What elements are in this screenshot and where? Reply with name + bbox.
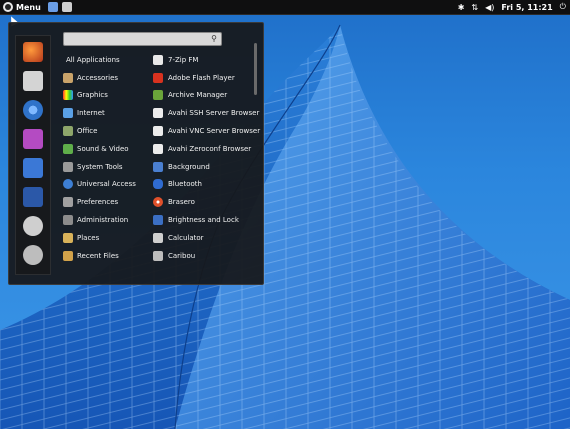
- office-icon: [63, 126, 73, 137]
- avahi-ssh-icon: [153, 108, 163, 119]
- category-internet[interactable]: Internet: [63, 104, 153, 122]
- graphics-icon: [63, 90, 73, 101]
- search-box[interactable]: ⚲: [63, 32, 222, 46]
- archive-icon: [153, 90, 163, 101]
- terminal-launcher-icon[interactable]: [61, 2, 72, 12]
- category-list: All Applications Accessories Graphics In…: [63, 51, 153, 265]
- top-panel: Menu ✱ ⇅ ◀) Fri 5, 11:21 ⏻: [0, 0, 570, 15]
- 7zip-icon: [153, 54, 163, 65]
- app-avahi-ssh[interactable]: Avahi SSH Server Browser: [153, 104, 259, 122]
- category-sound-video[interactable]: Sound & Video: [63, 140, 153, 158]
- places-icon: [63, 232, 73, 243]
- fav-logout-icon[interactable]: [23, 216, 43, 236]
- app-archive-manager[interactable]: Archive Manager: [153, 87, 259, 105]
- fav-terminal-icon[interactable]: [23, 187, 43, 207]
- background-icon: [153, 161, 163, 172]
- category-graphics[interactable]: Graphics: [63, 87, 153, 105]
- search-icon: ⚲: [211, 34, 217, 43]
- recent-files-icon: [63, 250, 73, 261]
- category-all-applications[interactable]: All Applications: [63, 51, 153, 69]
- system-tray: ✱ ⇅ ◀) Fri 5, 11:21 ⏻: [458, 0, 566, 14]
- search-input[interactable]: [64, 33, 210, 43]
- brightness-icon: [153, 215, 163, 226]
- fav-chromium-icon[interactable]: [23, 100, 43, 120]
- flash-icon: [153, 72, 163, 83]
- category-universal-access[interactable]: Universal Access: [63, 176, 153, 194]
- category-office[interactable]: Office: [63, 122, 153, 140]
- app-list-scrollbar[interactable]: [254, 43, 257, 95]
- files-launcher-icon[interactable]: [47, 2, 58, 12]
- app-calculator[interactable]: Calculator: [153, 229, 259, 247]
- category-recent-files[interactable]: Recent Files: [63, 247, 153, 265]
- app-brightness-lock[interactable]: Brightness and Lock: [153, 211, 259, 229]
- app-7zip[interactable]: 7-Zip FM: [153, 51, 259, 69]
- fav-settings-icon[interactable]: [23, 158, 43, 178]
- brasero-icon: [153, 197, 163, 208]
- category-accessories[interactable]: Accessories: [63, 69, 153, 87]
- app-avahi-vnc[interactable]: Avahi VNC Server Browser: [153, 122, 260, 140]
- category-system-tools[interactable]: System Tools: [63, 158, 153, 176]
- category-places[interactable]: Places: [63, 229, 153, 247]
- calculator-icon: [153, 232, 163, 243]
- fav-shutdown-icon[interactable]: [23, 245, 43, 265]
- app-adobe-flash-player[interactable]: Adobe Flash Player: [153, 69, 259, 87]
- internet-icon: [63, 108, 73, 119]
- application-menu: ⚲ All Applications Accessories Graphics …: [8, 22, 264, 285]
- fav-files-icon[interactable]: [23, 71, 43, 91]
- power-icon[interactable]: ⏻: [560, 2, 566, 12]
- fav-firefox-icon[interactable]: [23, 42, 43, 62]
- clock[interactable]: Fri 5, 11:21: [501, 3, 552, 12]
- menu-logo-icon: [3, 2, 13, 12]
- application-list: 7-Zip FM Adobe Flash Player Archive Mana…: [153, 51, 260, 265]
- avahi-vnc-icon: [153, 126, 163, 137]
- avahi-zeroconf-icon: [153, 143, 163, 154]
- sound-video-icon: [63, 143, 73, 154]
- favorites-bar: [15, 35, 51, 275]
- volume-icon[interactable]: ◀): [485, 3, 494, 12]
- bluetooth-icon[interactable]: ✱: [458, 3, 465, 12]
- administration-icon: [63, 215, 73, 226]
- app-brasero[interactable]: Brasero: [153, 193, 259, 211]
- menu-button-label: Menu: [16, 2, 41, 12]
- fav-media-icon[interactable]: [23, 129, 43, 149]
- accessories-icon: [63, 72, 73, 83]
- network-icon[interactable]: ⇅: [471, 3, 478, 12]
- bluetooth-app-icon: [153, 179, 163, 190]
- app-background[interactable]: Background: [153, 158, 259, 176]
- caribou-icon: [153, 250, 163, 261]
- app-caribou[interactable]: Caribou: [153, 247, 259, 265]
- app-bluetooth[interactable]: Bluetooth: [153, 176, 259, 194]
- category-administration[interactable]: Administration: [63, 211, 153, 229]
- category-preferences[interactable]: Preferences: [63, 193, 153, 211]
- system-tools-icon: [63, 161, 73, 172]
- universal-access-icon: [63, 179, 73, 190]
- app-avahi-zeroconf[interactable]: Avahi Zeroconf Browser: [153, 140, 259, 158]
- menu-button[interactable]: Menu: [0, 0, 44, 14]
- preferences-icon: [63, 197, 73, 208]
